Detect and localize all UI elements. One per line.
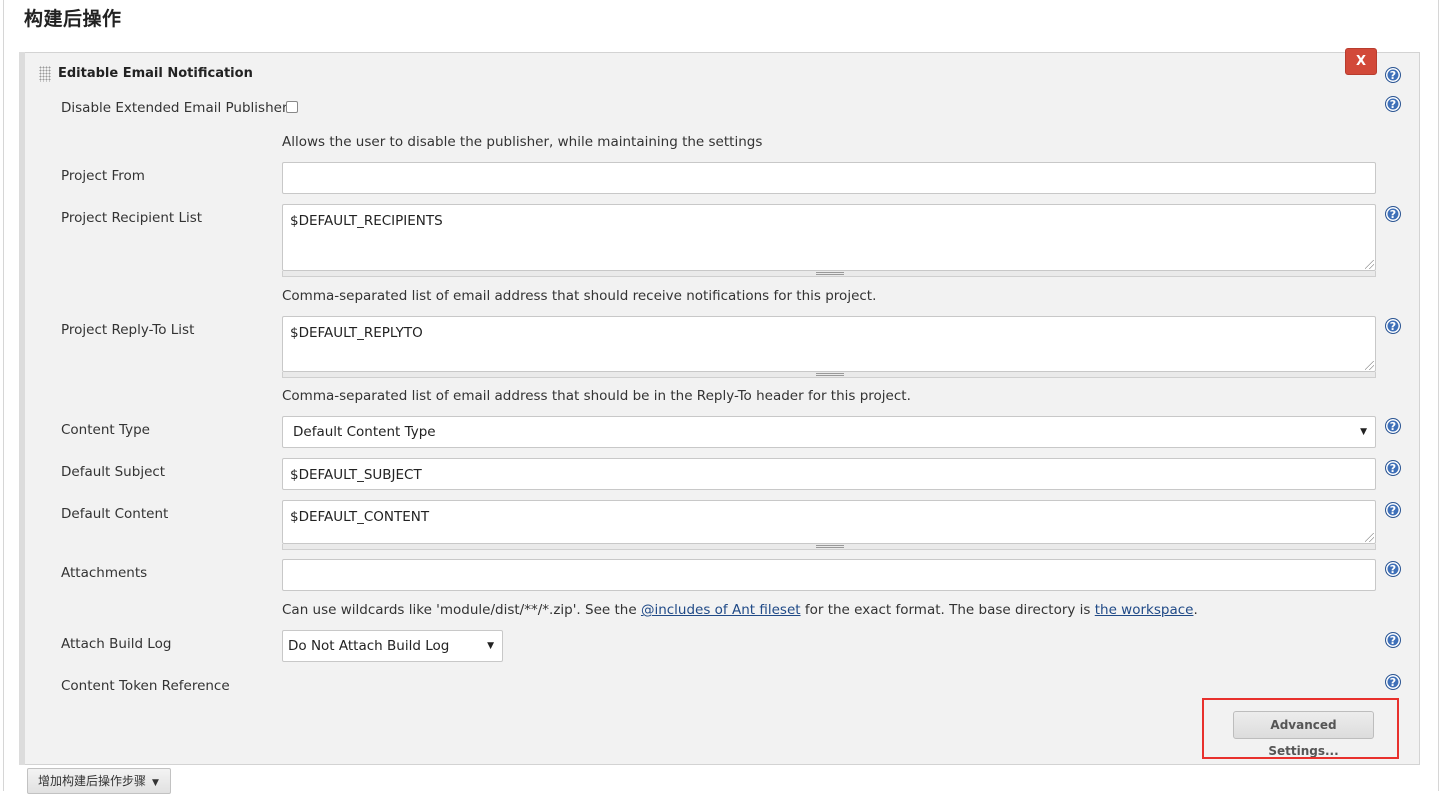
- help-icon[interactable]: ?: [1385, 418, 1401, 434]
- highlight-annotation-box: [1202, 698, 1399, 759]
- section-title: 构建后操作: [24, 8, 122, 30]
- help-icon[interactable]: ?: [1385, 318, 1401, 334]
- disable-publisher-description: Allows the user to disable the publisher…: [282, 134, 763, 150]
- textarea-resize-bar[interactable]: [282, 544, 1376, 550]
- recipient-list-textarea[interactable]: $DEFAULT_RECIPIENTS: [282, 204, 1376, 271]
- email-notification-panel: [19, 52, 1420, 765]
- help-icon[interactable]: ?: [1385, 561, 1401, 577]
- recipient-list-description: Comma-separated list of email address th…: [282, 288, 877, 304]
- attach-build-log-select[interactable]: Do Not Attach Build Log ▼: [282, 630, 503, 662]
- dropdown-caret-icon: ▼: [487, 641, 494, 651]
- dropdown-caret-icon: ▼: [1360, 427, 1367, 437]
- panel-title: Editable Email Notification: [58, 66, 253, 81]
- help-icon[interactable]: ?: [1385, 632, 1401, 648]
- reply-to-textarea[interactable]: $DEFAULT_REPLYTO: [282, 316, 1376, 372]
- resize-grip-icon[interactable]: [1365, 361, 1374, 370]
- add-post-build-step-label: 增加构建后操作步骤: [38, 774, 147, 788]
- resize-grip-icon[interactable]: [1365, 533, 1374, 542]
- help-icon[interactable]: ?: [1385, 67, 1401, 83]
- default-content-textarea[interactable]: $DEFAULT_CONTENT: [282, 500, 1376, 544]
- resize-grip-icon[interactable]: [1365, 260, 1374, 269]
- reply-to-description: Comma-separated list of email address th…: [282, 388, 911, 404]
- attachments-desc-prefix: Can use wildcards like 'module/dist/**/*…: [282, 602, 641, 618]
- default-subject-label: Default Subject: [61, 464, 166, 480]
- ant-fileset-link[interactable]: @includes of Ant fileset: [641, 602, 801, 618]
- content-type-label: Content Type: [61, 422, 150, 438]
- dropdown-caret-icon: ▼: [152, 778, 159, 788]
- drag-handle-icon[interactable]: [39, 66, 51, 82]
- attachments-desc-suffix: .: [1193, 602, 1198, 618]
- help-icon[interactable]: ?: [1385, 502, 1401, 518]
- panel-left-border: [19, 52, 25, 765]
- default-subject-input[interactable]: $DEFAULT_SUBJECT: [282, 458, 1376, 490]
- attach-build-log-selected: Do Not Attach Build Log: [288, 638, 450, 654]
- attachments-desc-middle: for the exact format. The base directory…: [800, 602, 1095, 618]
- recipient-list-value: $DEFAULT_RECIPIENTS: [290, 213, 443, 229]
- default-content-label: Default Content: [61, 506, 169, 522]
- help-icon[interactable]: ?: [1385, 460, 1401, 476]
- content-token-reference-label: Content Token Reference: [61, 678, 230, 694]
- content-type-selected: Default Content Type: [293, 424, 436, 440]
- attachments-description: Can use wildcards like 'module/dist/**/*…: [282, 602, 1198, 618]
- textarea-resize-bar[interactable]: [282, 271, 1376, 277]
- help-icon[interactable]: ?: [1385, 96, 1401, 112]
- help-icon[interactable]: ?: [1385, 206, 1401, 222]
- project-from-label: Project From: [61, 168, 145, 184]
- attachments-label: Attachments: [61, 565, 148, 581]
- workspace-link[interactable]: the workspace: [1095, 602, 1194, 618]
- help-icon[interactable]: ?: [1385, 674, 1401, 690]
- attach-build-log-label: Attach Build Log: [61, 636, 172, 652]
- textarea-resize-bar[interactable]: [282, 372, 1376, 378]
- project-from-input[interactable]: [282, 162, 1376, 194]
- attachments-input[interactable]: [282, 559, 1376, 591]
- default-content-value: $DEFAULT_CONTENT: [290, 509, 430, 525]
- recipient-list-label: Project Recipient List: [61, 210, 203, 226]
- disable-publisher-label: Disable Extended Email Publisher: [61, 100, 288, 116]
- reply-to-value: $DEFAULT_REPLYTO: [290, 325, 423, 341]
- add-post-build-step-button[interactable]: 增加构建后操作步骤 ▼: [27, 768, 171, 794]
- reply-to-label: Project Reply-To List: [61, 322, 195, 338]
- delete-step-button[interactable]: X: [1345, 48, 1377, 75]
- disable-publisher-checkbox[interactable]: [286, 101, 298, 113]
- content-type-select[interactable]: Default Content Type ▼: [282, 416, 1376, 448]
